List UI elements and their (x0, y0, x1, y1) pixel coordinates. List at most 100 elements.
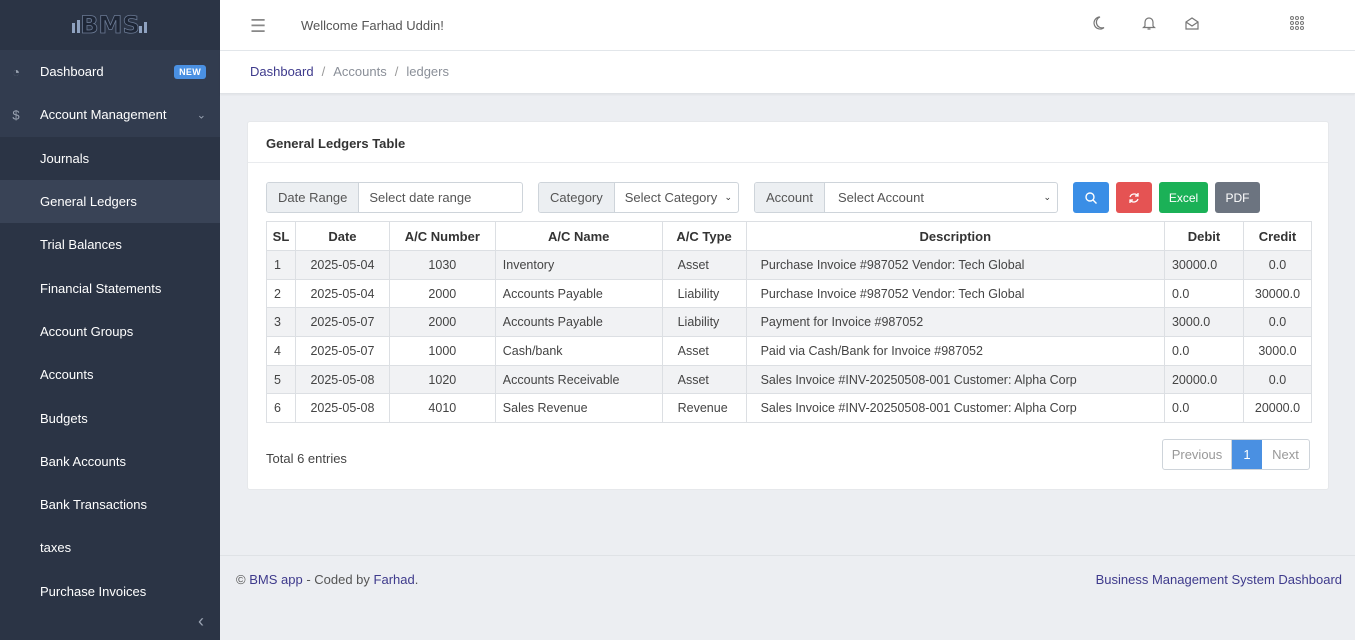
cell-ac-name: Accounts Receivable (494, 364, 663, 395)
cell-date: 2025-05-07 (294, 336, 390, 366)
sidebar-item-accounts[interactable]: Accounts (0, 353, 220, 396)
cell-ac-name: Sales Revenue (494, 393, 663, 424)
sidebar-item-dashboard[interactable]: ◔ Dashboard NEW (0, 50, 220, 94)
sidebar-item-label: Account Management (40, 107, 167, 123)
cell-description: Sales Invoice #INV-20250508-001 Customer… (745, 364, 1165, 395)
cell-debit: 30000.0 (1163, 250, 1244, 280)
chevron-down-icon: ⌄ (1043, 192, 1051, 202)
table-row: 3 2025-05-07 2000 Accounts Payable Liabi… (266, 307, 1313, 338)
cell-description: Sales Invoice #INV-20250508-001 Customer… (745, 393, 1165, 424)
cell-credit: 0.0 (1242, 307, 1313, 338)
sidebar-item-trial-balances[interactable]: Trial Balances (0, 223, 220, 266)
cell-debit: 0.0 (1163, 336, 1244, 366)
export-pdf-button[interactable]: PDF (1215, 182, 1260, 213)
column-header-ac-type[interactable]: A/C Type (661, 221, 747, 251)
cell-description: Purchase Invoice #987052 Vendor: Tech Gl… (745, 278, 1165, 309)
hamburger-menu-icon[interactable]: ☰ (250, 16, 266, 37)
sidebar-item-general-ledgers[interactable]: General Ledgers (0, 179, 220, 224)
sidebar-item-journals[interactable]: Journals (0, 137, 220, 180)
pagination-page-1[interactable]: 1 (1232, 440, 1262, 469)
footer-period: . (414, 572, 419, 587)
account-select[interactable]: Select Account ⌄ (825, 183, 1057, 212)
sidebar-item-taxes[interactable]: taxes (0, 526, 220, 569)
column-header-credit[interactable]: Credit (1242, 221, 1313, 251)
sidebar-item-label: Financial Statements (40, 280, 162, 296)
sidebar-item-financial-statements[interactable]: Financial Statements (0, 266, 220, 309)
apps-grid-icon[interactable] (1289, 15, 1305, 35)
cell-sl: 1 (266, 250, 296, 280)
cell-ac-type: Liability (661, 307, 747, 338)
table-row: 2 2025-05-04 2000 Accounts Payable Liabi… (266, 278, 1313, 309)
breadcrumb-separator: / (394, 64, 399, 79)
cell-sl: 6 (266, 393, 296, 424)
cell-date: 2025-05-08 (294, 393, 390, 424)
date-range-input[interactable]: Select date range (359, 183, 522, 212)
breadcrumb-bar: Dashboard / Accounts / ledgers (220, 51, 1355, 94)
table-body: 1 2025-05-04 1030 Inventory Asset Purcha… (266, 250, 1313, 424)
table-row: 5 2025-05-08 1020 Accounts Receivable As… (266, 364, 1313, 395)
cell-ac-name: Cash/bank (494, 336, 663, 366)
sidebar-item-label: Account Groups (40, 323, 134, 339)
export-excel-button[interactable]: Excel (1159, 182, 1208, 213)
category-select[interactable]: Select Category ⌄ (615, 183, 738, 212)
cell-credit: 30000.0 (1242, 278, 1313, 309)
breadcrumb-ledgers: ledgers (406, 64, 449, 79)
cell-sl: 2 (266, 278, 296, 309)
cell-debit: 0.0 (1163, 393, 1244, 424)
search-button[interactable] (1073, 182, 1109, 213)
bell-icon[interactable] (1142, 15, 1156, 35)
column-header-ac-number[interactable]: A/C Number (388, 221, 496, 251)
new-badge: NEW (174, 64, 206, 79)
column-header-sl[interactable]: SL (266, 221, 296, 251)
breadcrumb-dashboard[interactable]: Dashboard (250, 64, 314, 79)
card-title: General Ledgers Table (248, 122, 1328, 163)
cell-sl: 5 (266, 364, 296, 395)
category-label: Category (539, 183, 615, 212)
column-header-date[interactable]: Date (294, 221, 390, 251)
cell-ac-number: 1020 (388, 364, 496, 395)
envelope-open-icon[interactable] (1184, 15, 1200, 35)
sidebar-item-bank-accounts[interactable]: Bank Accounts (0, 440, 220, 483)
cell-date: 2025-05-08 (294, 364, 390, 395)
sidebar-footer: ‹ (0, 602, 220, 640)
page-footer: © BMS app - Coded by Farhad. Business Ma… (220, 555, 1355, 640)
cell-credit: 0.0 (1242, 250, 1313, 280)
sidebar-item-label: Bank Accounts (40, 453, 126, 469)
footer-credits: © BMS app - Coded by Farhad. (236, 572, 418, 587)
column-header-description[interactable]: Description (745, 221, 1165, 251)
ledgers-table: SL Date A/C Number A/C Name A/C Type Des… (266, 221, 1313, 424)
column-header-ac-name[interactable]: A/C Name (494, 221, 663, 251)
cell-ac-type: Liability (661, 278, 747, 309)
pagination: Previous 1 Next (1162, 439, 1310, 470)
breadcrumb: Dashboard / Accounts / ledgers (250, 64, 449, 79)
cell-sl: 4 (266, 336, 296, 366)
cell-sl: 3 (266, 307, 296, 338)
sidebar-item-bank-transactions[interactable]: Bank Transactions (0, 483, 220, 526)
brand-logo[interactable]: BMS (0, 0, 220, 50)
sidebar-nav: ◔ Dashboard NEW $ Account Management ⌄ J… (0, 50, 220, 613)
sidebar-item-account-management[interactable]: $ Account Management ⌄ (0, 93, 220, 137)
cell-ac-type: Asset (661, 336, 747, 366)
cell-date: 2025-05-04 (294, 278, 390, 309)
collapse-sidebar-icon[interactable]: ‹ (198, 611, 204, 632)
sidebar-item-label: Bank Transactions (40, 497, 147, 513)
sidebar-item-budgets[interactable]: Budgets (0, 396, 220, 439)
reset-button[interactable] (1116, 182, 1152, 213)
pagination-previous[interactable]: Previous (1163, 440, 1232, 469)
column-header-debit[interactable]: Debit (1163, 221, 1244, 251)
footer-author-link[interactable]: Farhad (374, 572, 415, 587)
moon-icon[interactable] (1090, 15, 1106, 35)
footer-app-link[interactable]: BMS app (249, 572, 302, 587)
date-range-group: Date Range Select date range (266, 182, 523, 213)
chevron-down-icon: ⌄ (724, 192, 732, 202)
cell-debit: 3000.0 (1163, 307, 1244, 338)
cell-ac-number: 4010 (388, 393, 496, 424)
account-select-value: Select Account (837, 190, 924, 205)
cell-date: 2025-05-04 (294, 250, 390, 280)
date-range-label: Date Range (267, 183, 360, 212)
sidebar-item-account-groups[interactable]: Account Groups (0, 310, 220, 353)
pagination-next[interactable]: Next (1262, 440, 1309, 469)
refresh-icon (1129, 192, 1139, 203)
breadcrumb-accounts: Accounts (333, 64, 387, 79)
sidebar: BMS ◔ Dashboard NEW $ Account Management… (0, 0, 220, 640)
